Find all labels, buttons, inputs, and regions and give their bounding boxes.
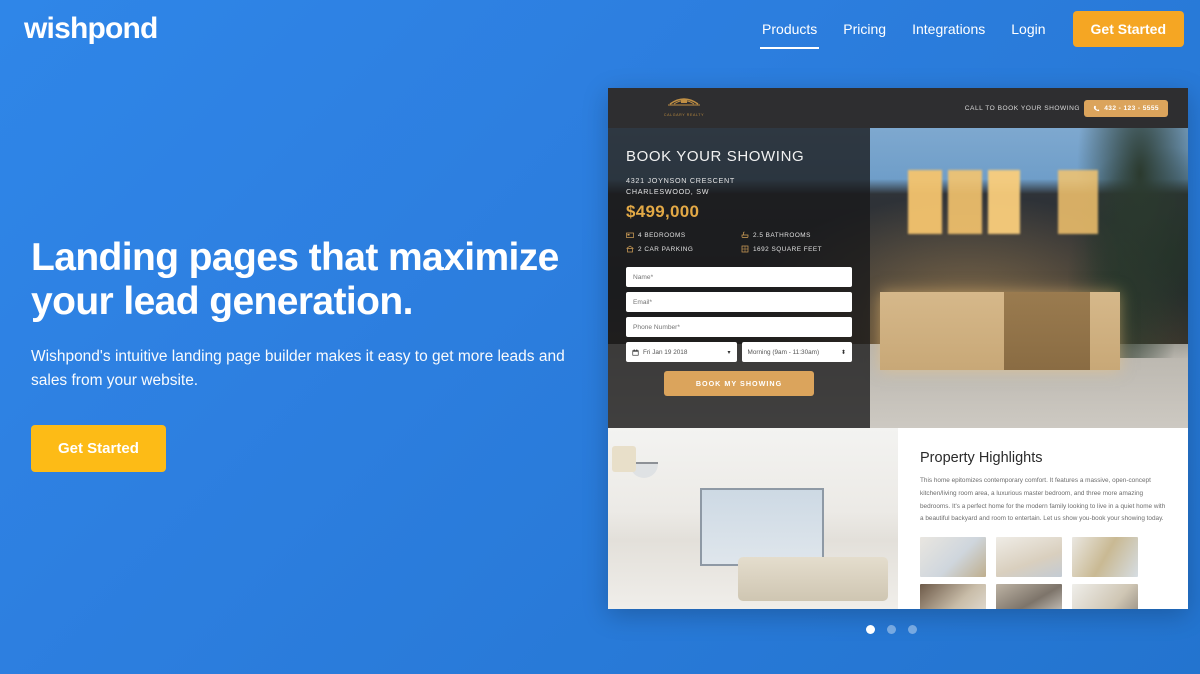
date-picker[interactable]: Fri Jan 19 2018 ▾ [626, 342, 737, 363]
property-highlights-title: Property Highlights [920, 450, 1043, 466]
feature-bathrooms-label: 2.5 BATHROOMS [753, 231, 811, 239]
hero-content: Landing pages that maximize your lead ge… [31, 236, 591, 473]
area-icon [741, 245, 749, 253]
phone-icon [1094, 105, 1100, 111]
nav-item-login[interactable]: Login [998, 13, 1058, 45]
booking-panel: BOOK YOUR SHOWING 4321 JOYNSON CRESCENT … [608, 128, 870, 428]
thumbnail-lounge[interactable] [1072, 537, 1138, 578]
carousel-dots [866, 625, 917, 634]
feature-bedrooms-label: 4 BEDROOMS [638, 231, 686, 239]
chevron-down-icon: ▾ [727, 349, 731, 356]
booking-heading: BOOK YOUR SHOWING [626, 148, 805, 165]
sofa-pillow [790, 562, 803, 575]
phone-input[interactable] [626, 317, 852, 338]
hero-get-started-button[interactable]: Get Started [31, 425, 166, 473]
feature-parking: 2 CAR PARKING [626, 245, 737, 253]
nav-links: Products Pricing Integrations Login Get … [749, 11, 1184, 49]
bed-icon [626, 232, 634, 239]
feature-bedrooms: 4 BEDROOMS [626, 231, 737, 239]
thumbnail-kitchen[interactable] [996, 537, 1062, 578]
property-price: $499,000 [626, 202, 700, 222]
property-address-line1: 4321 JOYNSON CRESCENT [626, 176, 735, 185]
nav-get-started-button[interactable]: Get Started [1072, 11, 1184, 47]
property-highlights-panel: Property Highlights This home epitomizes… [898, 428, 1188, 609]
nav-item-products[interactable]: Products [749, 13, 830, 49]
calendar-icon [632, 349, 639, 356]
garage-icon [626, 245, 634, 253]
time-select-value: Morning (9am - 11:30am) [747, 348, 820, 356]
bath-icon [741, 231, 749, 239]
booking-form: Fri Jan 19 2018 ▾ Morning (9am - 11:30am… [626, 267, 852, 397]
sofa-pillow [834, 562, 847, 575]
hero-subtitle: Wishpond's intuitive landing page builde… [31, 348, 565, 390]
preview-hero: BOOK YOUR SHOWING 4321 JOYNSON CRESCENT … [608, 128, 1188, 428]
phone-button[interactable]: 432 - 123 - 5555 [1084, 99, 1168, 117]
nav-item-integrations[interactable]: Integrations [899, 13, 998, 45]
property-features: 4 BEDROOMS 2.5 BATHROOMS 2 CAR PARKING 1… [626, 231, 852, 253]
book-showing-button[interactable]: BOOK MY SHOWING [664, 371, 814, 397]
sofa-pillow [812, 562, 825, 575]
feature-area-label: 1692 SQUARE FEET [753, 245, 823, 253]
landing-page-preview[interactable]: CALGARY REALTY CALL TO BOOK YOUR SHOWING… [608, 88, 1188, 609]
stepper-icon: ⬍ [840, 349, 846, 356]
date-picker-value: Fri Jan 19 2018 [643, 348, 688, 356]
carousel-dot-1[interactable] [866, 625, 875, 634]
realty-brand-name: CALGARY REALTY [663, 113, 705, 117]
carousel-dot-3[interactable] [908, 625, 917, 634]
schedule-row: Fri Jan 19 2018 ▾ Morning (9am - 11:30am… [626, 342, 852, 363]
feature-bathrooms: 2.5 BATHROOMS [741, 231, 852, 239]
nav-item-pricing[interactable]: Pricing [830, 13, 899, 45]
realty-logo: CALGARY REALTY [656, 93, 712, 117]
name-input[interactable] [626, 267, 852, 288]
preview-topbar: CALGARY REALTY CALL TO BOOK YOUR SHOWING… [608, 88, 1188, 128]
pendant-lamp-secondary-icon [612, 446, 636, 472]
preview-lower-section: Property Highlights This home epitomizes… [608, 428, 1188, 609]
feature-area: 1692 SQUARE FEET [741, 245, 852, 253]
top-navigation-bar: wishpond Products Pricing Integrations L… [0, 0, 1200, 56]
call-to-book-label: CALL TO BOOK YOUR SHOWING [964, 104, 1080, 112]
house-roof-icon [668, 98, 700, 106]
property-highlights-body: This home epitomizes contemporary comfor… [920, 477, 1166, 523]
sofa-pillow [768, 562, 781, 575]
thumbnail-living-room[interactable] [920, 537, 986, 578]
garage-door-single [1004, 292, 1090, 370]
interior-photo [608, 428, 898, 609]
wishpond-logo[interactable]: wishpond [24, 14, 158, 44]
thumbnail-bedroom[interactable] [920, 584, 986, 609]
feature-parking-label: 2 CAR PARKING [638, 245, 694, 253]
thumbnail-bathroom[interactable] [996, 584, 1062, 609]
property-thumbnail-grid [920, 537, 1166, 609]
property-address-line2: CHARLESWOOD, SW [626, 187, 710, 197]
thumbnail-dining[interactable] [1072, 584, 1138, 609]
carousel-dot-2[interactable] [887, 625, 896, 634]
hero-title: Landing pages that maximize your lead ge… [31, 236, 559, 323]
phone-number-text: 432 - 123 - 5555 [1104, 104, 1159, 112]
time-select[interactable]: Morning (9am - 11:30am) ⬍ [741, 342, 852, 363]
email-input[interactable] [626, 292, 852, 313]
